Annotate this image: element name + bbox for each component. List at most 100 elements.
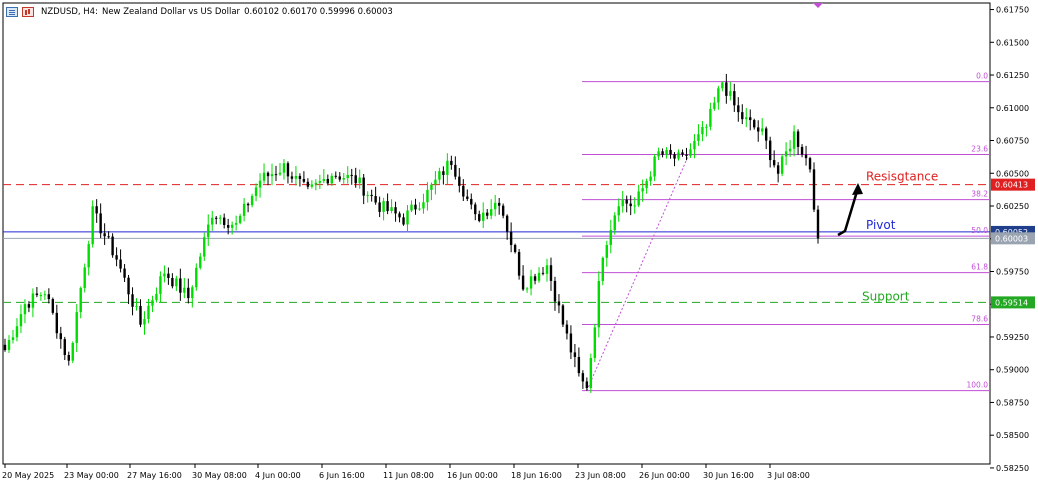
x-tick-label: 4 Jun 00:00	[255, 471, 301, 480]
candle-body	[43, 294, 47, 296]
candle-body	[35, 293, 39, 296]
candle-body	[254, 187, 258, 196]
x-tick-label: 27 May 16:00	[127, 471, 182, 480]
y-tick-label: 0.59750	[996, 267, 1029, 276]
candle-body	[721, 82, 724, 89]
candle-body	[589, 357, 593, 389]
y-tick-label: 0.60500	[996, 169, 1029, 178]
fib-level-label: 0.0	[976, 72, 988, 81]
candle-body	[697, 134, 700, 141]
x-tick-label: 20 May 2025	[2, 471, 54, 480]
candle-body	[103, 233, 106, 237]
candle-body	[561, 305, 565, 325]
candle-body	[784, 151, 788, 157]
fib-level-label: 23.6	[971, 145, 988, 154]
candle-body	[362, 177, 365, 196]
candle-body	[657, 151, 660, 157]
candle-body	[91, 206, 94, 245]
candle-body	[119, 259, 122, 269]
candle-body	[215, 217, 218, 219]
candle-body	[593, 327, 597, 358]
candle-body	[167, 273, 170, 279]
candle-body	[673, 154, 676, 159]
candle-body	[39, 295, 43, 297]
candle-body	[426, 189, 429, 203]
candle-body	[131, 294, 134, 307]
candle-body	[147, 305, 150, 319]
candle-body	[641, 188, 644, 192]
candle-body	[115, 255, 118, 260]
candle-body	[653, 156, 656, 177]
candle-body	[776, 165, 780, 174]
candle-body	[203, 237, 206, 257]
candle-body	[545, 265, 549, 274]
candle-body	[505, 215, 509, 232]
candle-body	[382, 201, 385, 212]
candle-body	[529, 276, 533, 289]
candle-body	[808, 158, 812, 170]
candle-body	[470, 198, 473, 205]
candle-body	[804, 154, 808, 159]
candle-body	[780, 156, 784, 174]
candle-body	[238, 215, 242, 224]
candle-body	[569, 333, 573, 353]
candle-body	[234, 223, 238, 225]
candle-body	[394, 207, 397, 214]
candle-body	[601, 257, 604, 282]
candle-body	[175, 278, 178, 287]
candle-body	[63, 339, 66, 355]
candle-body	[645, 180, 648, 189]
candle-body	[693, 140, 696, 150]
candle-body	[179, 278, 182, 293]
candle-body	[517, 252, 521, 276]
price-chart[interactable]: 0.0 23.6 38.2 50.0 61.8 78.6 100.0 Resisgtance…	[0, 0, 1038, 486]
candle-body	[681, 152, 684, 155]
price-tag: 0.59514	[991, 296, 1035, 309]
candle-body	[242, 203, 246, 216]
candle-body	[338, 176, 341, 180]
long-arrow-icon[interactable]	[837, 187, 860, 237]
symbol-timeframe: NZDUSD, H4:	[41, 7, 98, 17]
chart-data-icon[interactable]	[22, 7, 34, 17]
y-tick-label: 0.58500	[996, 431, 1029, 440]
candle-body	[302, 179, 306, 182]
candle-body	[306, 181, 310, 187]
x-tick-label: 30 Jun 16:00	[703, 471, 754, 480]
candle-body	[685, 154, 688, 156]
candle-body	[478, 214, 481, 221]
candle-body	[717, 88, 720, 103]
candle-body	[442, 171, 445, 175]
candle-body	[772, 160, 776, 166]
y-tick-label: 0.58750	[996, 398, 1029, 407]
y-tick-label: 0.61750	[996, 6, 1029, 15]
candle-body	[107, 236, 110, 238]
candle-body	[649, 176, 652, 181]
candle-body	[430, 184, 433, 190]
candle-body	[370, 194, 373, 197]
chart-window[interactable]: 0.0 23.6 38.2 50.0 61.8 78.6 100.0 Resisgtance…	[0, 0, 1038, 486]
x-tick-label: 23 May 00:00	[64, 471, 119, 480]
candle-body	[151, 300, 154, 306]
chart-properties-icon[interactable]	[6, 7, 18, 17]
candle-body	[466, 196, 469, 199]
y-tick-label: 0.58250	[996, 464, 1029, 473]
candle-body	[378, 202, 381, 212]
candle-body	[354, 175, 357, 184]
candle-body	[537, 272, 541, 281]
candle-body	[155, 293, 158, 301]
candle-body	[462, 185, 465, 197]
candle-body	[661, 151, 664, 155]
candle-body	[458, 176, 461, 186]
candle-body	[753, 120, 756, 128]
candle-body	[565, 324, 569, 334]
price-tag-label: 0.59514	[995, 298, 1028, 307]
candle-body	[812, 169, 816, 210]
candle-body	[83, 267, 86, 289]
candle-body	[581, 373, 585, 382]
candle-body	[71, 342, 74, 361]
candle-body	[625, 199, 628, 204]
candle-body	[553, 280, 557, 302]
candle-body	[11, 337, 15, 341]
candle-body	[282, 163, 286, 173]
ohlc-values: 0.60102 0.60170 0.59996 0.60003	[244, 7, 393, 17]
